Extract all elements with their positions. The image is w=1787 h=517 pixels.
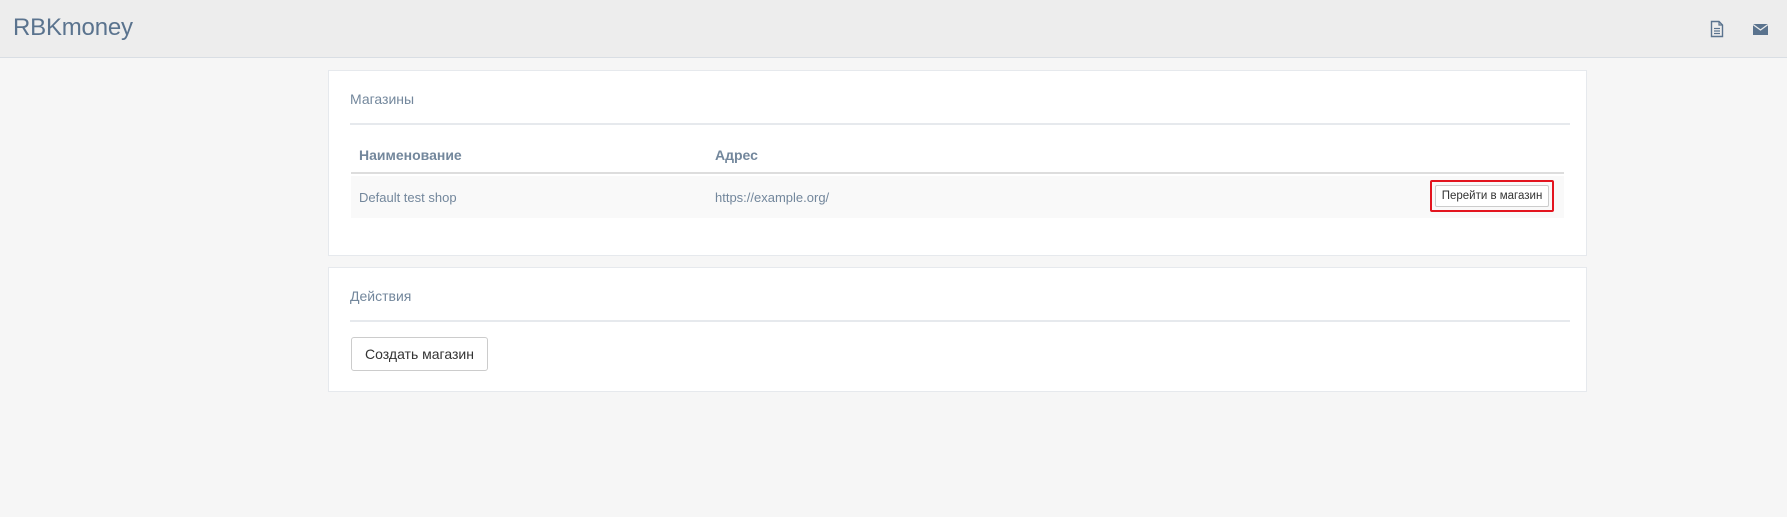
table-header: Наименование Адрес (351, 137, 1564, 174)
shop-name-cell: Default test shop (359, 190, 457, 205)
actions-panel: Действия Создать магазин (328, 267, 1587, 392)
table-row: Default test shop https://example.org/ П… (351, 176, 1564, 218)
highlight-box: Перейти в магазин (1430, 180, 1554, 212)
go-to-shop-button[interactable]: Перейти в магазин (1435, 185, 1549, 207)
column-header-name: Наименование (359, 147, 462, 163)
create-shop-button[interactable]: Создать магазин (351, 337, 488, 371)
shops-panel: Магазины Наименование Адрес Default test… (328, 70, 1587, 256)
shops-panel-title: Магазины (350, 91, 415, 107)
brand-logo[interactable]: RBKmoney (13, 14, 133, 42)
panel-divider (350, 123, 1570, 125)
top-bar: RBKmoney (0, 0, 1787, 58)
panel-divider (350, 320, 1570, 322)
envelope-icon[interactable] (1752, 20, 1770, 38)
shop-address-cell: https://example.org/ (715, 190, 830, 205)
column-header-address: Адрес (715, 147, 758, 163)
actions-panel-title: Действия (350, 288, 412, 304)
document-icon[interactable] (1709, 20, 1727, 38)
